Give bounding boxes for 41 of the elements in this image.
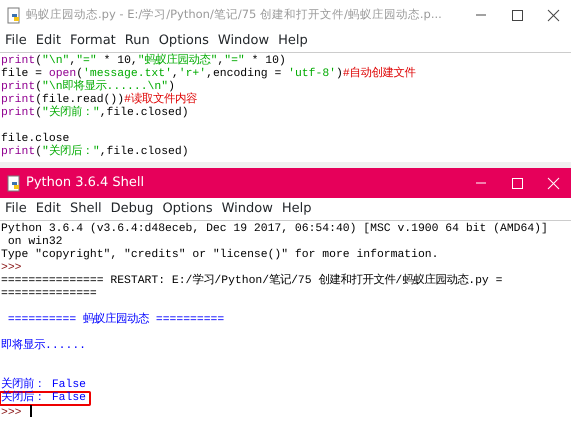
prompt: >>> xyxy=(1,262,22,274)
code-line: print("关闭前：",file.closed) xyxy=(1,107,190,120)
output-line: Python 3.6.4 (v3.6.4:d48eceb, Dec 19 2017, 06:54:40) [MSC v.1900 64 bit (AMD64)] xyxy=(1,223,548,235)
maximize-icon xyxy=(510,176,524,190)
window-title: Python 3.6.4 Shell xyxy=(26,174,146,192)
menu-item[interactable]: File xyxy=(2,199,33,219)
python-file-icon xyxy=(6,174,22,192)
menu-item[interactable]: Help xyxy=(278,199,318,219)
menu-item[interactable]: Edit xyxy=(32,199,67,219)
menu-item[interactable]: Window xyxy=(214,31,276,51)
output-line: =============== RESTART: E:/学习/Python/笔记/75 创建和打开文件/蚂蚁庄园动态.py = xyxy=(1,275,502,287)
code-line: file.close xyxy=(1,133,70,145)
menu-item[interactable]: Run xyxy=(122,31,156,51)
output-line: ========== 蚂蚁庄园动态 ========== xyxy=(6,314,224,326)
menu-item[interactable]: Window xyxy=(218,199,279,219)
output-line: ============== xyxy=(1,288,97,300)
code-line: print("\n即将显示......\n") xyxy=(1,81,175,93)
output-line: 关闭后： False xyxy=(1,392,86,404)
prompt: >>> xyxy=(1,407,22,419)
menu-item[interactable]: Edit xyxy=(32,31,67,51)
menu-item[interactable]: Options xyxy=(156,31,215,51)
close-icon xyxy=(546,176,560,190)
python-file-icon xyxy=(6,6,22,24)
output-line: 关闭前： False xyxy=(1,379,86,391)
code-line: file = open('message.txt','r+',encoding = 'utf-8')#自动创建文件 xyxy=(1,68,417,80)
window-title: 蚂蚁庄园动态.py - E:/学习/Python/笔记/75 创建和打开文件/蚂蚁庄园动态.p... xyxy=(26,6,443,24)
menu-item[interactable]: Debug xyxy=(108,199,160,219)
code-line: print("关闭后：",file.closed) xyxy=(1,146,190,159)
output-line: on win32 xyxy=(6,236,63,248)
maximize-icon xyxy=(510,8,524,22)
menu-item[interactable]: Help xyxy=(275,31,314,51)
menu-item[interactable]: Shell xyxy=(66,199,108,219)
menu-item[interactable]: File xyxy=(2,31,33,51)
output-line: 即将显示...... xyxy=(1,340,86,352)
close-icon xyxy=(546,8,560,22)
output-line: Type "copyright", "credits" or "license()" for more information. xyxy=(1,249,438,261)
menu-item[interactable]: Options xyxy=(159,199,219,219)
text-cursor xyxy=(30,405,32,417)
code-line: print(file.read())#读取文件内容 xyxy=(1,94,198,106)
menu-item[interactable]: Format xyxy=(66,31,122,51)
code-line: print("\n","=" * 10,"蚂蚁庄园动态","=" * 10) xyxy=(1,55,287,68)
